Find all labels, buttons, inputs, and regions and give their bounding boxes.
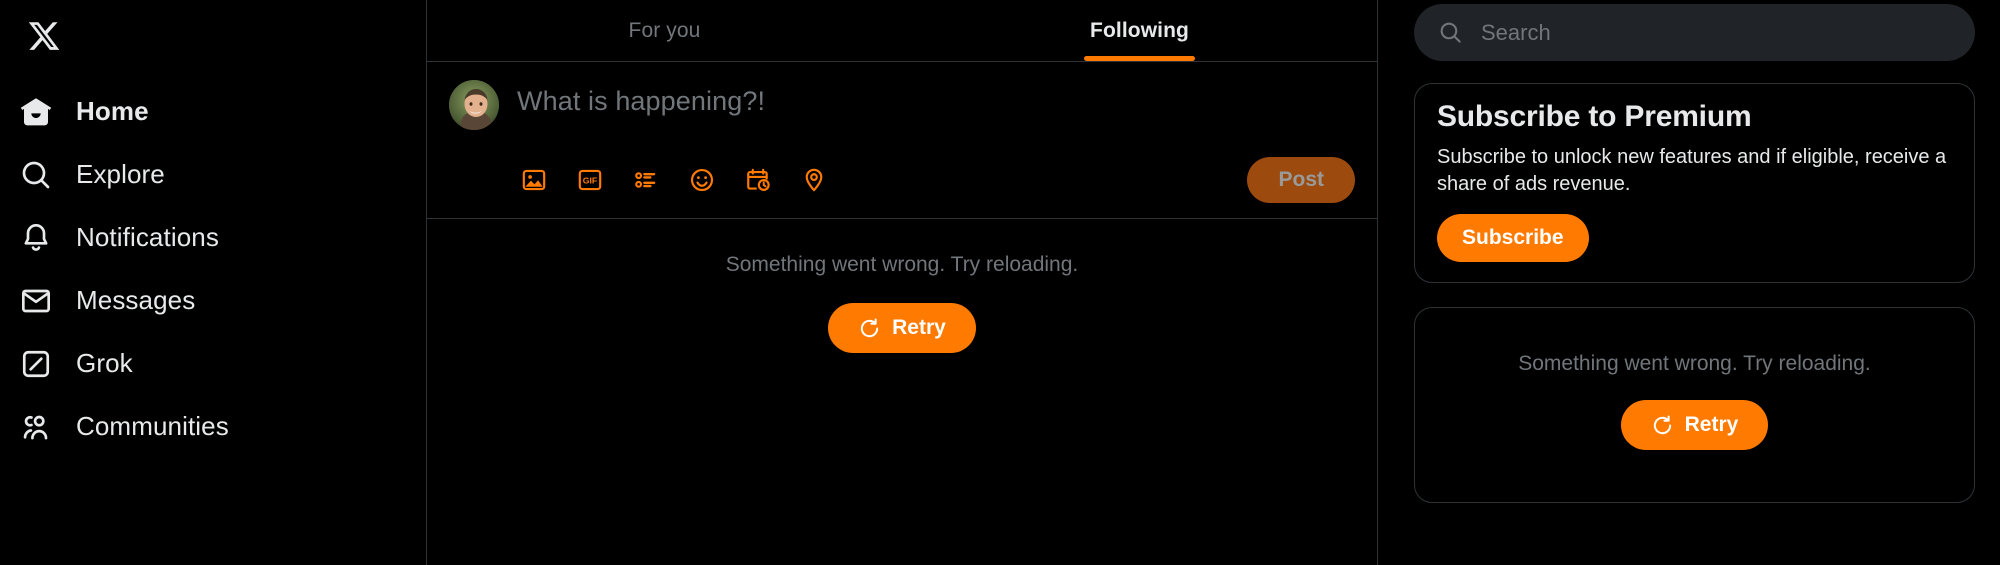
premium-card-title: Subscribe to Premium bbox=[1437, 100, 1752, 133]
subscribe-button[interactable]: Subscribe bbox=[1437, 214, 1589, 263]
sidebar-item-label: Communities bbox=[76, 411, 229, 441]
main-column: For you Following What is happening?! GI… bbox=[426, 0, 1378, 565]
svg-text:GIF: GIF bbox=[583, 176, 597, 186]
retry-button[interactable]: Retry bbox=[828, 303, 976, 353]
composer-bottom-row: GIF Post bbox=[449, 152, 1355, 208]
sidebar-nav: Home Explore Notifications Messages Grok… bbox=[14, 80, 426, 458]
feed-error-state: Something went wrong. Try reloading. Ret… bbox=[427, 219, 1377, 353]
grok-icon bbox=[18, 346, 54, 382]
composer-actions: GIF bbox=[517, 163, 831, 197]
retry-label: Retry bbox=[1684, 413, 1739, 437]
x-logo[interactable] bbox=[16, 8, 72, 64]
search-placeholder: Search bbox=[1481, 19, 1551, 45]
image-icon[interactable] bbox=[517, 163, 551, 197]
composer-input[interactable]: What is happening?! bbox=[517, 80, 765, 117]
sidebar-item-label: Grok bbox=[76, 348, 133, 378]
sidebar-item-grok[interactable]: Grok bbox=[14, 332, 426, 395]
left-sidebar: Home Explore Notifications Messages Grok… bbox=[0, 0, 426, 565]
avatar[interactable] bbox=[449, 80, 499, 130]
premium-card: Subscribe to Premium Subscribe to unlock… bbox=[1414, 83, 1975, 284]
sidebar-item-notifications[interactable]: Notifications bbox=[14, 206, 426, 269]
search-input[interactable]: Search bbox=[1414, 4, 1975, 61]
communities-icon bbox=[18, 409, 54, 445]
premium-card-body: Subscribe to unlock new features and if … bbox=[1437, 146, 1947, 195]
schedule-icon[interactable] bbox=[741, 163, 775, 197]
refresh-icon bbox=[1651, 414, 1674, 437]
x-home-page: Home Explore Notifications Messages Grok… bbox=[0, 0, 2000, 565]
sidebar-item-label: Home bbox=[76, 96, 149, 126]
sidebar-item-messages[interactable]: Messages bbox=[14, 269, 426, 332]
poll-icon[interactable] bbox=[629, 163, 663, 197]
sidebar-item-label: Notifications bbox=[76, 222, 219, 252]
feed-tabs: For you Following bbox=[427, 0, 1377, 62]
emoji-icon[interactable] bbox=[685, 163, 719, 197]
sidebar-item-label: Messages bbox=[76, 285, 196, 315]
bell-icon bbox=[18, 220, 54, 256]
retry-label: Retry bbox=[892, 316, 946, 339]
tab-label: Following bbox=[1090, 18, 1189, 42]
tab-following[interactable]: Following bbox=[902, 0, 1377, 61]
sidebar-item-explore[interactable]: Explore bbox=[14, 143, 426, 206]
tab-label: For you bbox=[628, 18, 701, 42]
envelope-icon bbox=[18, 283, 54, 319]
error-message: Something went wrong. Try reloading. bbox=[725, 253, 1079, 276]
gif-icon[interactable]: GIF bbox=[573, 163, 607, 197]
home-icon bbox=[18, 94, 54, 130]
tab-for-you[interactable]: For you bbox=[427, 0, 902, 61]
search-icon bbox=[1438, 20, 1463, 45]
sidebar-item-communities[interactable]: Communities bbox=[14, 395, 426, 458]
retry-button[interactable]: Retry bbox=[1620, 400, 1769, 451]
refresh-icon bbox=[858, 317, 881, 340]
post-button[interactable]: Post bbox=[1247, 157, 1355, 203]
sidebar-item-home[interactable]: Home bbox=[14, 80, 426, 143]
right-sidebar: Search Subscribe to Premium Subscribe to… bbox=[1378, 0, 2000, 565]
right-error-card: Something went wrong. Try reloading. Ret… bbox=[1414, 307, 1975, 504]
sidebar-item-label: Explore bbox=[76, 159, 165, 189]
composer-top-row: What is happening?! bbox=[449, 80, 1355, 130]
location-icon[interactable] bbox=[797, 163, 831, 197]
error-message: Something went wrong. Try reloading. bbox=[1518, 352, 1871, 376]
active-tab-indicator bbox=[1084, 56, 1195, 61]
search-icon bbox=[18, 157, 54, 193]
composer: What is happening?! GIF Post bbox=[427, 62, 1377, 219]
